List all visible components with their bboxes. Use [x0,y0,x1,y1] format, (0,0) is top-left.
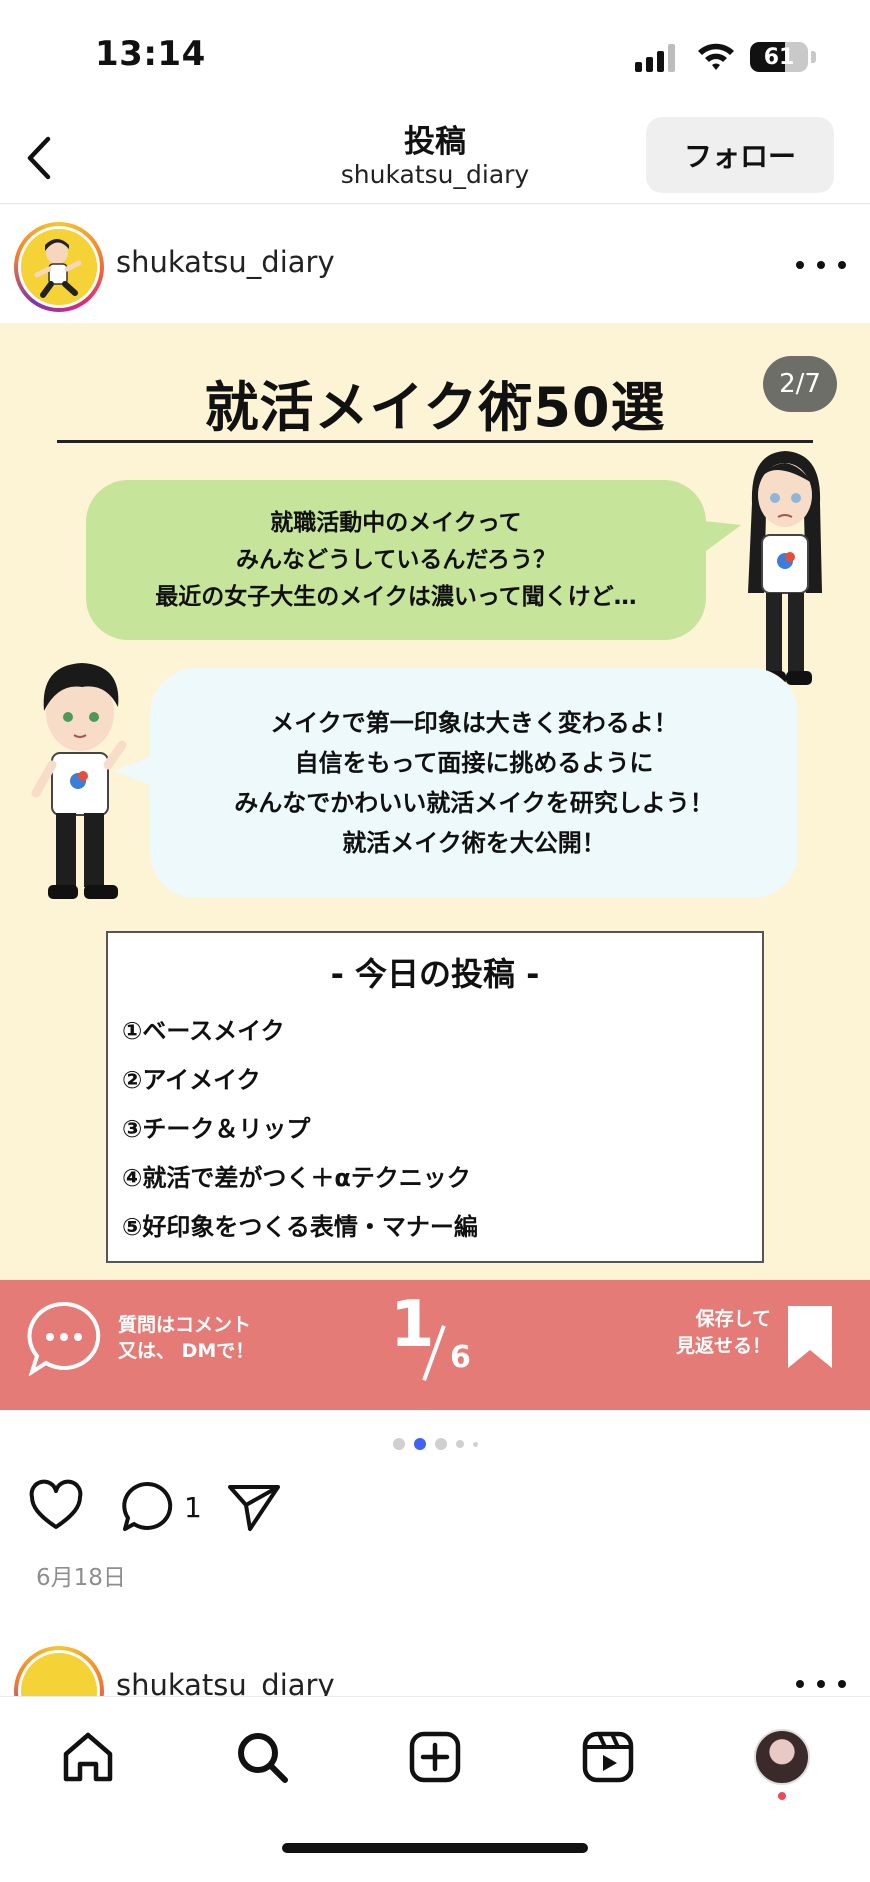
speech-bubble-boy: メイクで第一印象は大きく変わるよ！ 自信をもって面接に挑めるように みんなでかわ… [150,668,798,898]
reels-icon [582,1731,634,1783]
more-options-button[interactable] [796,253,846,277]
slide-counter-badge: 2/7 [763,356,837,412]
post-username[interactable]: shukatsu_diary [116,245,335,279]
notification-dot [778,1792,786,1800]
title-underline [57,440,813,443]
tab-reels[interactable] [578,1727,638,1787]
share-icon[interactable] [226,1479,282,1535]
avatar[interactable] [14,222,104,312]
more-dot [796,261,804,269]
tab-search[interactable] [232,1727,292,1787]
footer-left-line: 質問はコメント [118,1314,252,1336]
avatar [754,1729,810,1785]
speech-bubble-girl: 就職活動中のメイクって みんなどうしているんだろう？ 最近の女子大生のメイクは濃… [86,480,706,640]
search-icon [238,1733,288,1783]
status-time: 13:14 [95,34,206,74]
boy-character-illustration [31,663,127,899]
battery-percent: 61 [763,44,795,70]
bookmark-icon [788,1306,832,1368]
topics-title: - 今日の投稿 - [330,955,540,993]
plus-square-icon [409,1731,461,1783]
footer-left-line: 又は、 DMで！ [118,1340,255,1362]
bubble-line: 最近の女子大生のメイクは濃いって聞くけど… [155,583,637,610]
post-date: 6月18日 [36,1565,126,1591]
nav-header: 投稿 shukatsu_diary フォロー [0,110,870,204]
battery-indicator: 61 [750,42,808,72]
carousel-dot [392,1438,405,1450]
topic-item: ③チーク＆リップ [122,1115,311,1143]
bubble-line: 就活メイク術を大公開！ [342,829,606,857]
battery-cap [811,51,816,63]
post-actions: 1 [0,1475,870,1537]
carousel-indicator [0,1436,870,1452]
footer-left-text: 質問はコメント 又は、 DMで！ [118,1312,254,1364]
more-options-button[interactable] [796,1680,846,1692]
carousel-dot [434,1438,447,1450]
avatar[interactable] [14,1646,104,1696]
home-indicator[interactable] [282,1843,588,1853]
cellular-signal-icon [635,44,675,72]
more-dot [838,1680,846,1688]
topic-item: ④就活で差がつく＋αテクニック [122,1164,471,1192]
post-slide[interactable]: 就活メイク術50選 2/7 就職活動中のメイクって みんなどうしているんだろう？… [0,323,870,1410]
footer-right-line: 見返せる！ [676,1335,772,1357]
topic-item: ⑤好印象をつくる表情・マナー編 [122,1213,478,1241]
bubble-line: みんなでかわいい就活メイクを研究しよう！ [234,789,714,817]
page-number-current: 1 [390,1288,435,1362]
comment-icon[interactable] [120,1479,176,1535]
home-icon [63,1732,113,1782]
bubble-line: 自信をもって面接に挑めるように [294,749,654,777]
heart-icon[interactable] [28,1479,84,1535]
slide-title: 就活メイク術50選 [204,376,666,439]
avatar-illustration [21,229,97,305]
tab-home[interactable] [58,1727,118,1787]
girl-character-illustration [748,451,822,685]
topic-item: ②アイメイク [122,1066,261,1094]
more-dot [796,1680,804,1688]
more-dot [838,261,846,269]
comment-count: 1 [184,1491,202,1524]
bubble-line: みんなどうしているんだろう？ [236,546,556,573]
tab-create[interactable] [405,1727,465,1787]
more-dot [817,1680,825,1688]
carousel-dot [472,1441,478,1447]
wifi-icon [698,43,734,70]
topic-item: ①ベースメイク [122,1017,285,1045]
carousel-dot [455,1440,464,1448]
chat-bubble-icon [27,1301,101,1376]
footer-right-line: 保存して [695,1308,772,1330]
topics-box: - 今日の投稿 - ①ベースメイク ②アイメイク ③チーク＆リップ ④就活で差が… [106,931,764,1263]
next-post-header: shukatsu_diary [0,1636,870,1696]
carousel-dot-active [413,1438,426,1450]
follow-button[interactable]: フォロー [646,117,834,193]
footer-right-text: 保存して 見返せる！ [676,1306,771,1360]
tab-profile[interactable] [752,1727,812,1787]
bottom-tab-bar [0,1696,870,1882]
slide-footer-banner: 質問はコメント 又は、 DMで！ 1 6 保存して 見返せる！ [0,1280,870,1410]
bubble-line: メイクで第一印象は大きく変わるよ！ [270,709,678,737]
status-bar: 13:14 61 [0,0,870,110]
page-number-total: 6 [450,1340,471,1375]
post-header: shukatsu_diary [0,205,870,323]
next-post-username[interactable]: shukatsu_diary [116,1668,335,1696]
bubble-line: 就職活動中のメイクって [270,509,522,536]
more-dot [817,261,825,269]
